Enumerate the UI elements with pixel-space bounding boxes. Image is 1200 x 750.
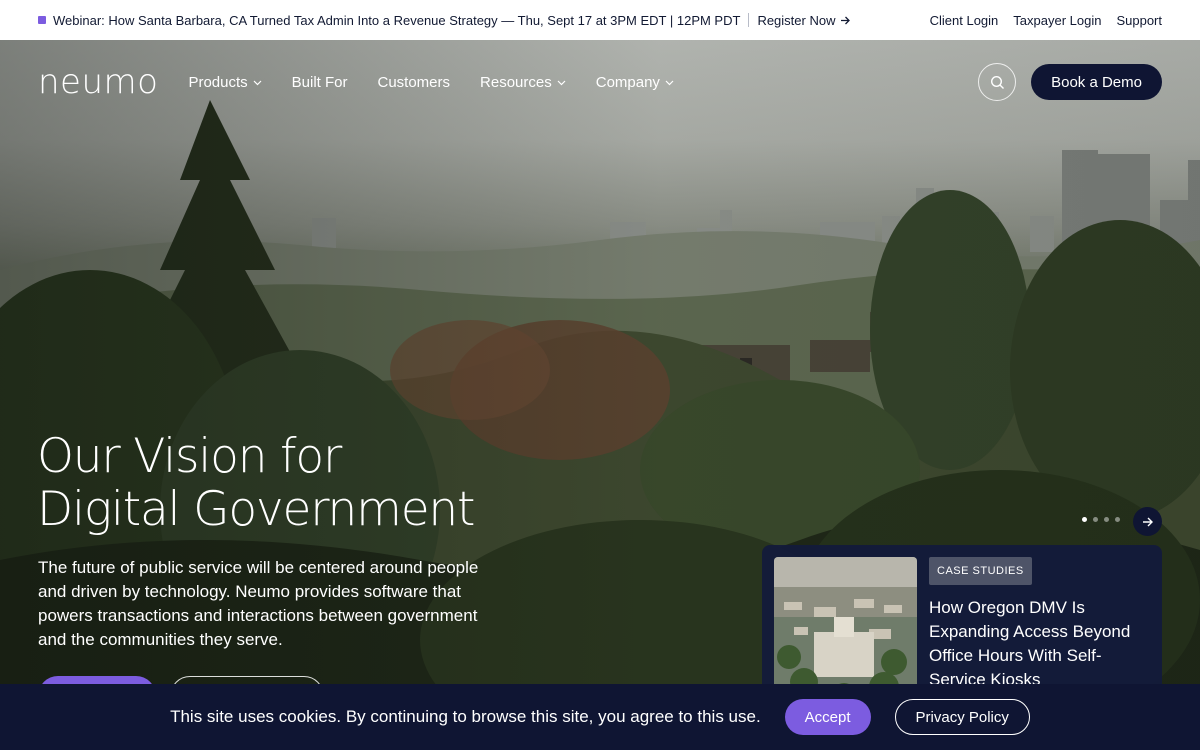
case-study-tag: CASE STUDIES [929,557,1032,585]
carousel-next-button[interactable] [1133,507,1162,536]
case-study-title[interactable]: How Oregon DMV Is Expanding Access Beyon… [929,596,1149,692]
utility-nav: Client Login Taxpayer Login Support [930,13,1162,28]
chevron-down-icon [665,80,674,85]
nav-item-label: Customers [377,73,451,91]
nav-item-products[interactable]: Products [188,73,262,91]
arrow-right-icon [841,16,851,24]
support-link[interactable]: Support [1116,13,1162,28]
nav-item-label: Resources [480,73,552,91]
nav-actions: Book a Demo [978,63,1162,101]
hero-headline-line2: Digital Government [37,482,475,537]
nav-item-resources[interactable]: Resources [480,74,566,91]
neumo-logo[interactable]: neumo [38,62,158,102]
carousel-dots [1082,517,1120,522]
announcement-bar: Webinar: How Santa Barbara, CA Turned Ta… [0,0,1200,40]
carousel-dot[interactable] [1104,517,1109,522]
nav-item-built-for[interactable]: Built For [292,74,348,91]
nav-item-company[interactable]: Company [596,74,674,91]
chevron-down-icon [253,80,262,85]
announcement-dot [38,16,46,24]
arrow-right-icon [1142,517,1153,526]
announcement-message[interactable]: Webinar: How Santa Barbara, CA Turned Ta… [53,13,740,28]
nav-item-label: Products [188,73,248,91]
carousel-dot[interactable] [1115,517,1120,522]
hero-headline: Our Vision for Digital Government [37,429,475,537]
carousel-dot[interactable] [1093,517,1098,522]
hero-subtext: The future of public service will be cen… [38,558,479,649]
register-now-link[interactable]: Register Now [757,13,851,28]
search-button[interactable] [978,63,1017,101]
nav-item-customers[interactable]: Customers [378,74,451,91]
divider [748,13,750,27]
taxpayer-login-link[interactable]: Taxpayer Login [1013,13,1101,28]
hero-headline-line1: Our Vision for [37,429,342,484]
nav-item-label: Company [595,73,660,91]
chevron-down-icon [557,80,566,85]
accept-cookies-button[interactable]: Accept [784,699,871,735]
client-login-link[interactable]: Client Login [930,13,999,28]
cookie-banner: This site uses cookies. By continuing to… [0,684,1200,750]
book-demo-button[interactable]: Book a Demo [1031,64,1162,100]
search-icon [990,75,1004,89]
nav-item-label: Built For [291,73,348,91]
carousel-dot[interactable] [1082,517,1087,522]
nav-links: Products Built For Customers Resources C… [188,74,674,91]
privacy-policy-button[interactable]: Privacy Policy [894,699,1030,735]
cookie-message: This site uses cookies. By continuing to… [170,707,761,726]
main-nav: neumo Products Built For Customers Resou… [0,40,1200,124]
register-now-label: Register Now [757,12,836,28]
